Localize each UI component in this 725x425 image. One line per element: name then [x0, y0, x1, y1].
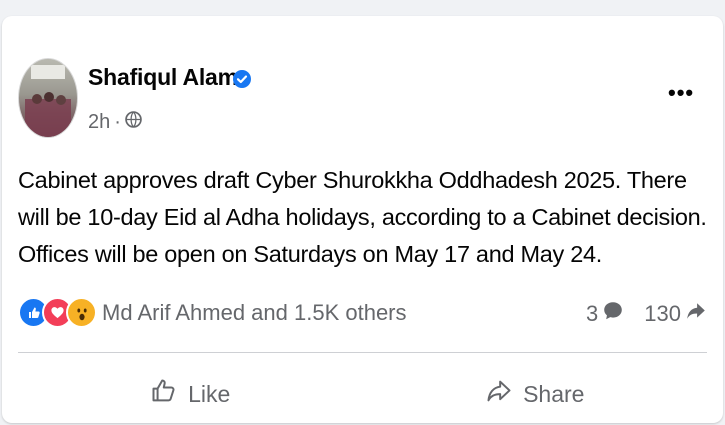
wow-icon: [66, 297, 97, 328]
post-meta: 2h ·: [88, 111, 142, 134]
action-bar: Like Share: [18, 366, 707, 422]
engagement-counts: 3 130: [586, 300, 707, 328]
comment-count[interactable]: 3: [586, 300, 624, 328]
globe-icon: [125, 111, 142, 134]
avatar[interactable]: [18, 58, 78, 138]
share-label: Share: [523, 380, 585, 407]
divider: [18, 352, 707, 353]
like-label: Like: [188, 380, 231, 407]
reactors-summary[interactable]: Md Arif Ahmed and 1.5K others: [102, 300, 407, 326]
like-button[interactable]: Like: [18, 366, 363, 422]
reaction-summary[interactable]: Md Arif Ahmed and 1.5K others: [18, 297, 407, 328]
share-arrow-icon: [685, 300, 707, 328]
share-count-value: 130: [644, 301, 681, 326]
thumbs-up-icon: [150, 377, 178, 411]
comment-icon: [602, 300, 624, 328]
share-icon: [485, 377, 513, 411]
author-name[interactable]: Shafiqul Alam: [88, 64, 238, 91]
share-count[interactable]: 130: [644, 300, 707, 328]
post-text: Cabinet approves draft Cyber Shurokkha O…: [18, 167, 707, 267]
share-button[interactable]: Share: [363, 366, 708, 422]
post-time[interactable]: 2h: [88, 111, 110, 134]
meta-separator: ·: [114, 111, 121, 133]
more-options-button[interactable]: •••: [668, 80, 694, 106]
post-card: Shafiqul Alam 2h · ••• Cabinet approves …: [2, 16, 723, 423]
comment-count-value: 3: [586, 301, 599, 326]
verified-badge-icon: [233, 70, 251, 93]
